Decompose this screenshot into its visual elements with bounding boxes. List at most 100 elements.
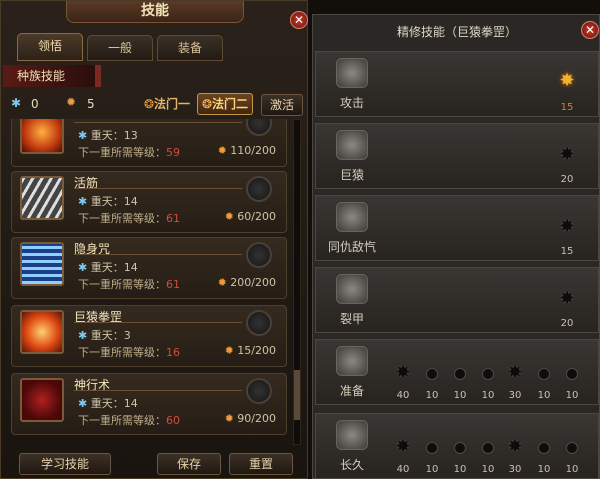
cost-text: 90/200: [237, 412, 276, 425]
req-value: 16: [166, 346, 180, 359]
skill-requirement: 下一重所需等级：61: [78, 210, 180, 226]
armor-node-icon[interactable]: [336, 202, 368, 232]
refine-panel: 精修技能（巨猿拳罡） ✕ 攻击 ✸ 15 巨猿 ✸ 20 同仇敌忾 ✸ 15 裂…: [312, 14, 600, 479]
divider: [74, 188, 242, 189]
dot-node[interactable]: [482, 368, 494, 380]
row-label: 裂甲: [339, 312, 364, 326]
star-icon[interactable]: ✸: [556, 144, 578, 166]
req-value: 61: [166, 212, 180, 225]
coin-icon: ✹: [224, 210, 238, 223]
dot-node[interactable]: [426, 368, 438, 380]
divider: [74, 322, 242, 323]
cost-text: 60/200: [237, 210, 276, 223]
tab-equipment[interactable]: 装备: [157, 35, 223, 61]
star-icon[interactable]: ✸: [556, 288, 578, 310]
point-value: 10: [481, 390, 495, 401]
dot-node[interactable]: [454, 368, 466, 380]
armor-node-icon[interactable]: [336, 420, 368, 450]
point-value: 10: [537, 390, 551, 401]
coin-icon: ✹: [217, 144, 231, 157]
skill-level-text: 重天：13: [90, 129, 138, 142]
point-value: 10: [537, 464, 551, 475]
req-value: 61: [166, 278, 180, 291]
skill-level-text: 重天：14: [90, 261, 138, 274]
scrollbar-thumb[interactable]: [294, 370, 300, 420]
star-icon[interactable]: ✸: [556, 70, 578, 92]
star-icon[interactable]: ✸: [504, 436, 526, 458]
skill-card[interactable]: 神行术 ✱ 重天：14 下一重所需等级：60 ✹ 90/200: [11, 373, 287, 435]
refine-row: 裂甲 ✸ 20: [315, 267, 599, 333]
skill-card[interactable]: 隐身咒 ✱ 重天：14 下一重所需等级：61 ✹ 200/200: [11, 237, 287, 299]
skill-cost: ✹ 15/200: [225, 344, 276, 357]
coin-icon: ✹: [217, 276, 231, 289]
point-value: 15: [560, 246, 574, 257]
dot-node[interactable]: [538, 368, 550, 380]
law-one-button[interactable]: ❂法门一: [139, 93, 195, 115]
divider: [74, 122, 242, 123]
refine-row: 准备 ✸ ✸ 40 10 10 10 30 10 10: [315, 339, 599, 405]
skill-requirement: 下一重所需等级：16: [78, 344, 180, 360]
close-icon[interactable]: ✕: [290, 11, 308, 29]
skill-requirement: 下一重所需等级：60: [78, 412, 180, 428]
skill-list: ✱ 重天：13 下一重所需等级：59 ✹ 110/200 活筋 ✱ 重天：14 …: [11, 119, 291, 445]
skill-card[interactable]: 活筋 ✱ 重天：14 下一重所需等级：61 ✹ 60/200: [11, 171, 287, 233]
refine-row: 同仇敌忾 ✸ 15: [315, 195, 599, 261]
tab-comprehend[interactable]: 领悟: [17, 33, 83, 61]
reset-button[interactable]: 重置: [229, 453, 293, 475]
skill-level-text: 重天：14: [90, 397, 138, 410]
point-value: 10: [425, 464, 439, 475]
fist-icon: ❂: [201, 97, 213, 111]
point-value: 10: [565, 464, 579, 475]
armor-node-icon[interactable]: [336, 274, 368, 304]
skill-requirement: 下一重所需等级：59: [78, 144, 180, 160]
dot-node[interactable]: [454, 442, 466, 454]
dot-node[interactable]: [566, 368, 578, 380]
star-icon[interactable]: ✸: [392, 436, 414, 458]
skill-slot[interactable]: [246, 242, 272, 268]
skill-list-scrollbar[interactable]: [293, 119, 301, 445]
dot-node[interactable]: [566, 442, 578, 454]
snowflake-icon: ✱: [11, 96, 22, 110]
snow-count: 0: [31, 97, 39, 111]
skill-cost: ✹ 60/200: [225, 210, 276, 223]
save-button[interactable]: 保存: [157, 453, 221, 475]
skill-cost: ✹ 110/200: [218, 144, 276, 157]
row-label: 准备: [339, 384, 364, 398]
point-value: 10: [565, 390, 579, 401]
point-value: 40: [396, 390, 410, 401]
req-label: 下一重所需等级：: [78, 212, 166, 225]
skill-slot[interactable]: [246, 119, 272, 136]
armor-node-icon[interactable]: [336, 130, 368, 160]
point-value: 10: [453, 464, 467, 475]
skill-slot[interactable]: [246, 310, 272, 336]
dot-node[interactable]: [538, 442, 550, 454]
point-value: 40: [396, 464, 410, 475]
skill-requirement: 下一重所需等级：61: [78, 276, 180, 292]
activate-button[interactable]: 激活: [261, 94, 303, 116]
skill-card[interactable]: 巨猿拳罡 ✱ 重天：3 下一重所需等级：16 ✹ 15/200: [11, 305, 287, 367]
skill-slot[interactable]: [246, 176, 272, 202]
row-label: 长久: [339, 458, 364, 472]
point-value: 10: [453, 390, 467, 401]
skill-cost: ✹ 90/200: [225, 412, 276, 425]
armor-node-icon[interactable]: [336, 346, 368, 376]
tab-general[interactable]: 一般: [87, 35, 153, 61]
law-two-button[interactable]: ❂法门二: [197, 93, 253, 115]
star-icon[interactable]: ✸: [504, 362, 526, 384]
dot-node[interactable]: [482, 442, 494, 454]
star-icon[interactable]: ✸: [556, 216, 578, 238]
law-two-label: 法门二: [212, 97, 249, 111]
coin-count: 5: [87, 97, 95, 111]
armor-node-icon[interactable]: [336, 58, 368, 88]
skill-card[interactable]: ✱ 重天：13 下一重所需等级：59 ✹ 110/200: [11, 119, 287, 167]
dot-node[interactable]: [426, 442, 438, 454]
coin-icon: ✹: [224, 412, 238, 425]
skill-slot[interactable]: [246, 378, 272, 404]
learn-skill-button[interactable]: 学习技能: [19, 453, 111, 475]
star-icon[interactable]: ✸: [392, 362, 414, 384]
skill-panel: 技能 ✕ 领悟 一般 装备 种族技能 ✱ 0 ✹ 5 ❂法门一 ❂法门二 激活 …: [0, 0, 308, 479]
snowflake-icon: ✱: [78, 195, 91, 208]
close-icon[interactable]: ✕: [581, 21, 599, 39]
point-value: 10: [481, 464, 495, 475]
fist-icon: ❂: [143, 97, 155, 111]
